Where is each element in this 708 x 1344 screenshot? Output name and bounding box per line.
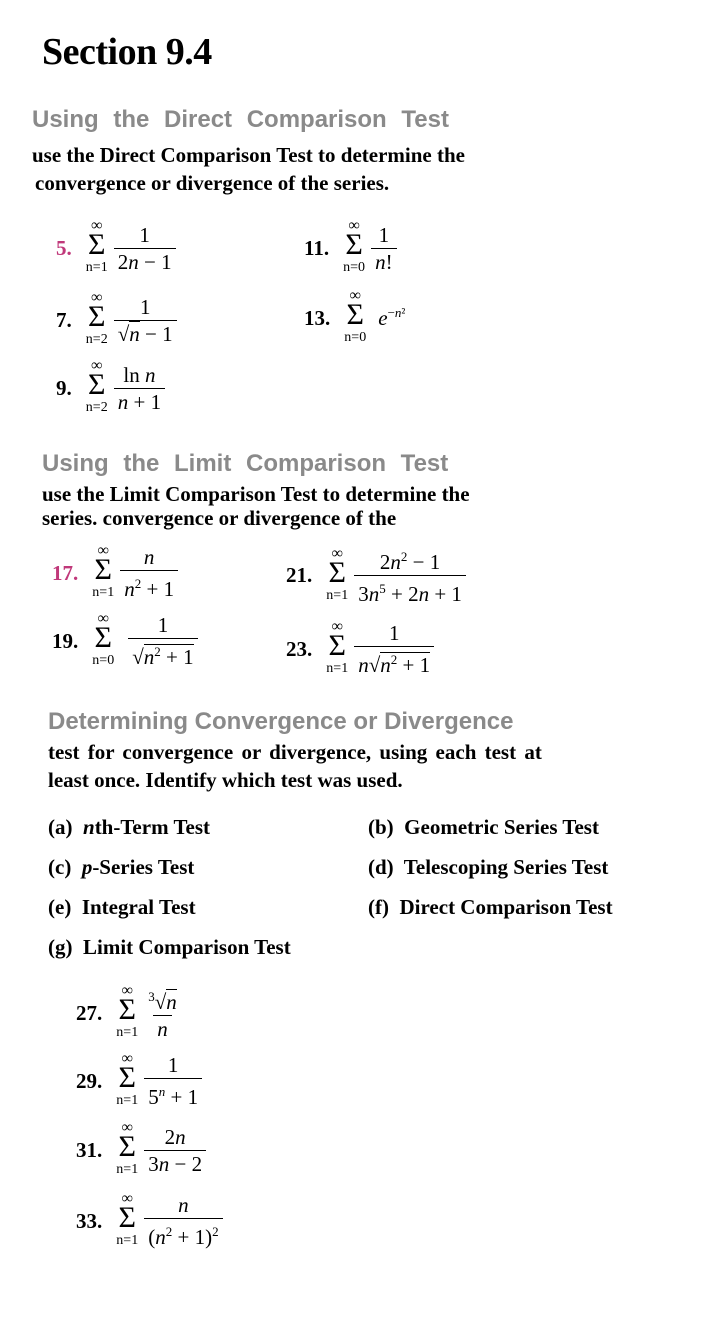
exercise-5: 5. ∞ Σn=1 1 2n − 1: [56, 217, 176, 276]
summation-sign: ∞ Σn=1: [92, 542, 115, 601]
fraction: 1 2n − 1: [113, 222, 176, 275]
fraction: 1 5n + 1: [144, 1052, 203, 1110]
exercise-number: 19.: [52, 628, 79, 653]
summation-sign: ∞ Σn=1: [326, 544, 349, 603]
exercise-7: 7. ∞ Σn=2 1 √n − 1: [56, 289, 177, 348]
exercise-number: 21.: [286, 563, 313, 587]
summation-sign: ∞ Σn=1: [326, 618, 349, 677]
test-option-e: (e) Integral Test: [48, 895, 196, 919]
exercise-number: 9.: [56, 375, 72, 400]
instruction-line: test for convergence or divergence, usin…: [48, 740, 542, 764]
instruction-line: series. convergence or divergence of the: [42, 506, 397, 530]
exercise-13: 13. ∞ Σn=0 e−n²: [304, 287, 406, 346]
instruction-line: least once. Identify which test was used…: [48, 768, 403, 792]
test-option-a: (a) nth-Term Test: [48, 815, 211, 839]
exercise-27: 27. ∞ Σn=1 3√n n: [76, 982, 181, 1042]
exercise-number: 13.: [304, 305, 331, 330]
fraction: 2n2 − 1 3n5 + 2n + 1: [354, 544, 466, 607]
summation-sign: ∞ Σn=1: [116, 982, 139, 1041]
fraction: 1 √n2 + 1: [128, 612, 198, 670]
fraction: 2n 3n − 2: [144, 1124, 207, 1177]
exercise-number: 33.: [76, 1208, 103, 1233]
exercise-number: 17.: [52, 560, 79, 585]
exercise-number: 27.: [76, 1000, 103, 1025]
exercise-23: 23. ∞ Σn=1 1 n√n2 + 1: [286, 618, 435, 678]
test-option-f: (f) Direct Comparison Test: [368, 895, 613, 919]
section-instructions: test for convergence or divergence, usin…: [48, 738, 542, 794]
summation-sign: ∞ Σn=0: [344, 287, 367, 346]
summation-sign: ∞ Σn=1: [85, 217, 108, 276]
exercise-number: 11.: [304, 235, 330, 260]
page-title: Section 9.4: [42, 31, 212, 73]
section-heading-direct-comparison: Using the Direct Comparison Test: [32, 106, 449, 133]
section-instructions: use the Limit Comparison Test to determi…: [42, 482, 470, 530]
summation-sign: ∞ Σn=1: [116, 1119, 139, 1178]
series-term: e−n²: [378, 305, 406, 330]
summation-sign: ∞ Σn=2: [85, 357, 108, 416]
exercise-21: 21. ∞ Σn=1 2n2 − 1 3n5 + 2n + 1: [286, 544, 466, 607]
test-option-g: (g) Limit Comparison Test: [48, 935, 291, 959]
exercise-number: 7.: [56, 307, 72, 332]
exercise-11: 11. ∞ Σn=0 1 n!: [304, 217, 397, 276]
exercise-19: 19. ∞ Σn=0 1 √n2 + 1: [52, 610, 198, 670]
exercise-number: 31.: [76, 1137, 103, 1162]
summation-sign: ∞ Σn=1: [116, 1050, 139, 1109]
fraction: n (n2 + 1)2: [144, 1192, 223, 1250]
test-option-b: (b) Geometric Series Test: [368, 815, 599, 839]
instruction-line: use the Direct Comparison Test to determ…: [32, 143, 465, 167]
summation-sign: ∞ Σn=2: [85, 289, 108, 348]
exercise-number: 23.: [286, 636, 313, 661]
exercise-17: 17. ∞ Σn=1 n n2 + 1: [52, 542, 179, 602]
test-option-d: (d) Telescoping Series Test: [368, 855, 609, 879]
exercise-29: 29. ∞ Σn=1 1 5n + 1: [76, 1050, 203, 1110]
exercise-9: 9. ∞ Σn=2 ln nn + 1: [56, 357, 166, 416]
section-instructions: use the Direct Comparison Test to determ…: [32, 141, 465, 197]
summation-sign: ∞ Σn=0: [92, 610, 115, 669]
exercise-number: 5.: [56, 235, 72, 260]
fraction: n n2 + 1: [120, 544, 179, 602]
test-option-c: (c) p-Series Test: [48, 855, 195, 879]
exercise-31: 31. ∞ Σn=1 2n 3n − 2: [76, 1119, 207, 1178]
instruction-line: convergence or divergence of the series.: [35, 171, 390, 195]
summation-sign: ∞ Σn=0: [343, 217, 366, 276]
section-heading-determining: Determining Convergence or Divergence: [48, 708, 514, 735]
exercise-number: 29.: [76, 1068, 103, 1093]
fraction: 1 √n − 1: [113, 294, 177, 347]
summation-sign: ∞ Σn=1: [116, 1190, 139, 1249]
instruction-line: use the Limit Comparison Test to determi…: [42, 482, 470, 506]
exercise-33: 33. ∞ Σn=1 n (n2 + 1)2: [76, 1190, 223, 1250]
fraction: 1 n√n2 + 1: [354, 620, 435, 678]
section-heading-limit-comparison: Using the Limit Comparison Test: [42, 450, 449, 477]
